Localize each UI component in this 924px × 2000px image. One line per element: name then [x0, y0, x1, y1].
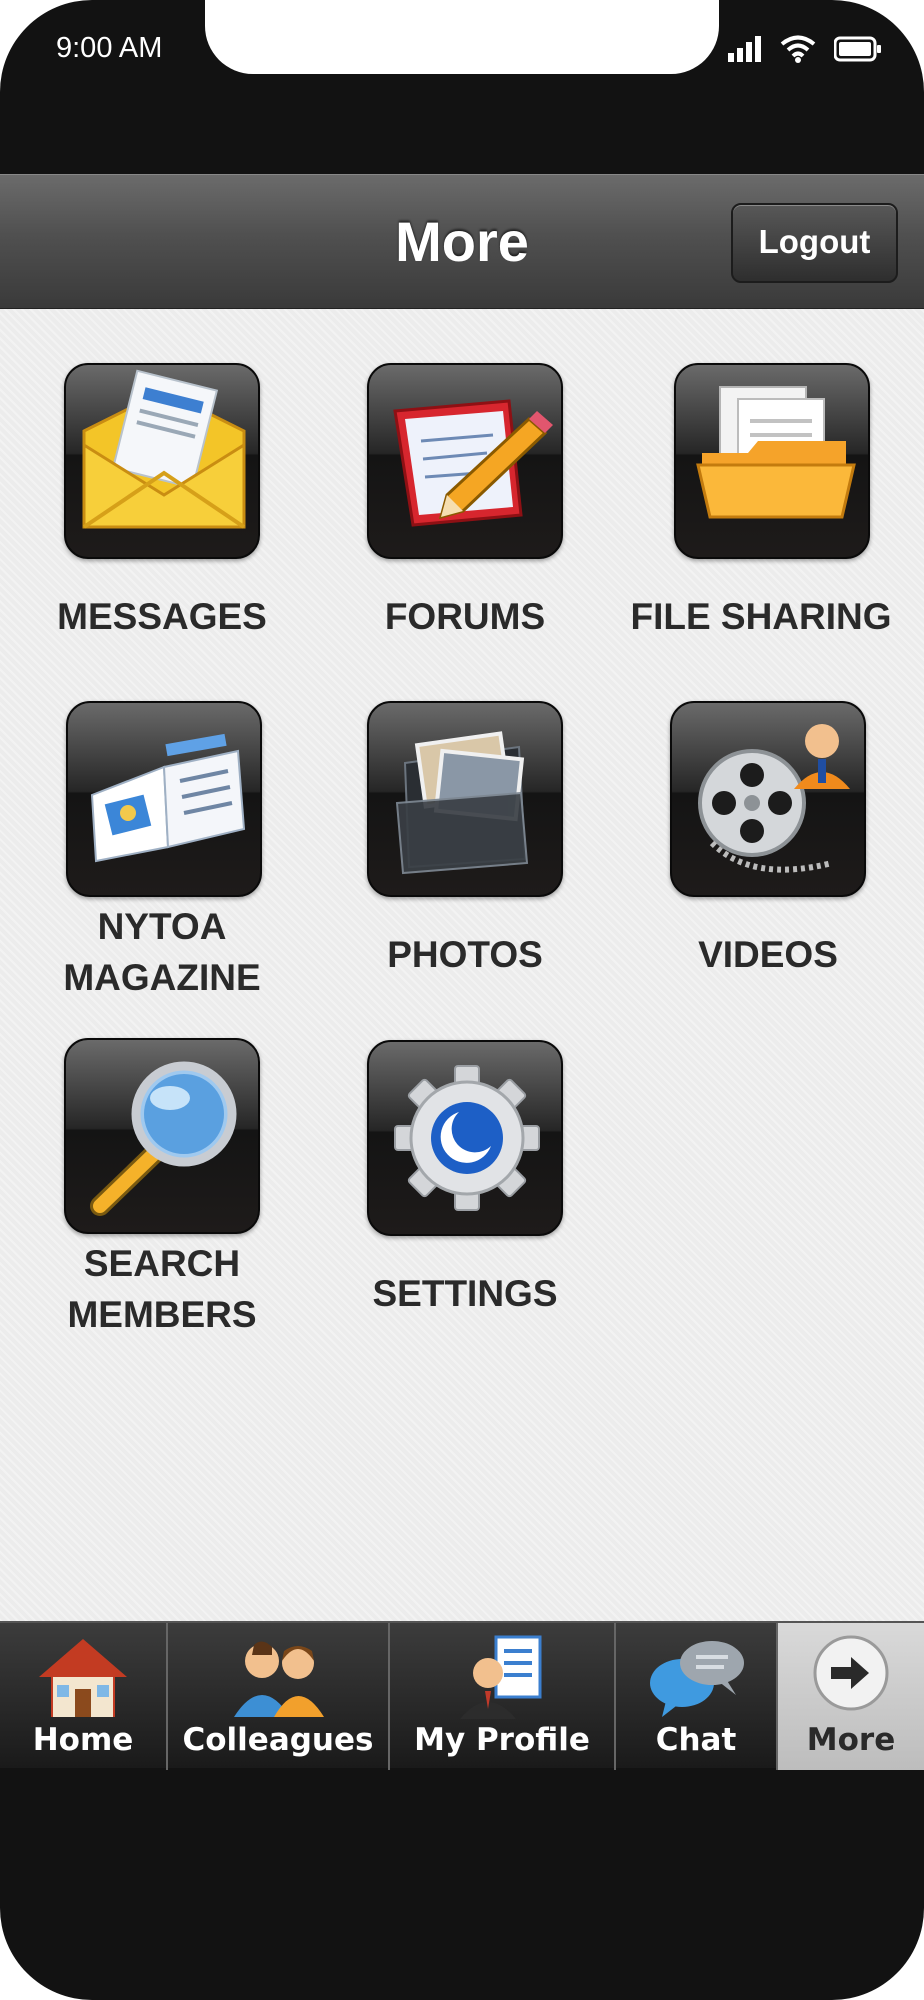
logout-button[interactable]: Logout	[731, 203, 898, 283]
menu-item-label-line1: SEARCH	[83, 1243, 241, 1284]
arrow-right-icon	[813, 1635, 889, 1711]
tab-label: Home	[32, 1722, 134, 1758]
tab-label: More	[806, 1722, 896, 1758]
menu-item-file-sharing[interactable]: FILE SHARING	[618, 363, 918, 637]
magazine-icon	[66, 701, 262, 897]
wifi-icon	[780, 35, 816, 63]
menu-item-label: SETTINGS	[372, 1273, 558, 1314]
tab-colleagues[interactable]: Colleagues	[168, 1623, 390, 1770]
menu-item-label-line1: NYTOA	[97, 906, 227, 947]
notepad-pencil-icon	[367, 363, 563, 559]
menu-item-label: VIDEOS	[698, 934, 838, 975]
battery-icon	[834, 36, 881, 62]
tab-my-profile[interactable]: My Profile	[390, 1623, 616, 1770]
envelope-icon	[64, 363, 260, 559]
menu-item-label: MESSAGES	[57, 596, 267, 637]
status-bar: 9:00 AM	[0, 0, 924, 100]
menu-item-messages[interactable]: MESSAGES	[12, 363, 312, 637]
menu-grid: MESSAGES FORUMS FILE SHARING NYTOA MAGAZ…	[0, 309, 924, 1621]
chat-bubbles-icon	[650, 1641, 744, 1717]
menu-item-label-line2: MEMBERS	[67, 1294, 257, 1335]
house-icon	[39, 1639, 127, 1717]
folder-icon	[674, 363, 870, 559]
status-time: 9:00 AM	[56, 32, 163, 64]
film-reel-icon	[670, 701, 866, 897]
people-icon	[234, 1641, 324, 1717]
status-icons	[728, 34, 882, 64]
menu-item-forums[interactable]: FORUMS	[315, 363, 615, 637]
menu-item-videos[interactable]: VIDEOS	[618, 701, 918, 975]
tab-label: Colleagues	[182, 1722, 374, 1758]
bottom-tab-bar: Home Colleagues My Profile Chat More	[0, 1621, 924, 1770]
profile-icon	[460, 1635, 542, 1719]
nav-header: More Logout	[0, 174, 924, 309]
menu-item-label: PHOTOS	[387, 934, 543, 975]
menu-item-nytoa-magazine[interactable]: NYTOA MAGAZINE	[12, 701, 312, 1001]
phone-frame: 9:00 AM More Logout MESSAGES FORUMS FILE…	[0, 0, 924, 2000]
tab-label: Chat	[655, 1722, 737, 1758]
tab-more[interactable]: More	[778, 1623, 924, 1770]
menu-item-settings[interactable]: SETTINGS	[315, 1040, 615, 1314]
device-notch	[205, 0, 719, 74]
photos-icon	[367, 701, 563, 897]
menu-item-label: FILE SHARING	[630, 596, 892, 637]
gear-icon	[367, 1040, 563, 1236]
menu-item-photos[interactable]: PHOTOS	[315, 701, 615, 975]
menu-item-label: FORUMS	[384, 596, 546, 637]
tab-chat[interactable]: Chat	[616, 1623, 778, 1770]
menu-item-search-members[interactable]: SEARCH MEMBERS	[12, 1038, 312, 1338]
signal-icon	[728, 36, 761, 62]
menu-item-label-line2: MAGAZINE	[63, 957, 261, 998]
tab-label: My Profile	[414, 1722, 590, 1758]
magnifier-icon	[64, 1038, 260, 1234]
tab-home[interactable]: Home	[0, 1623, 168, 1770]
